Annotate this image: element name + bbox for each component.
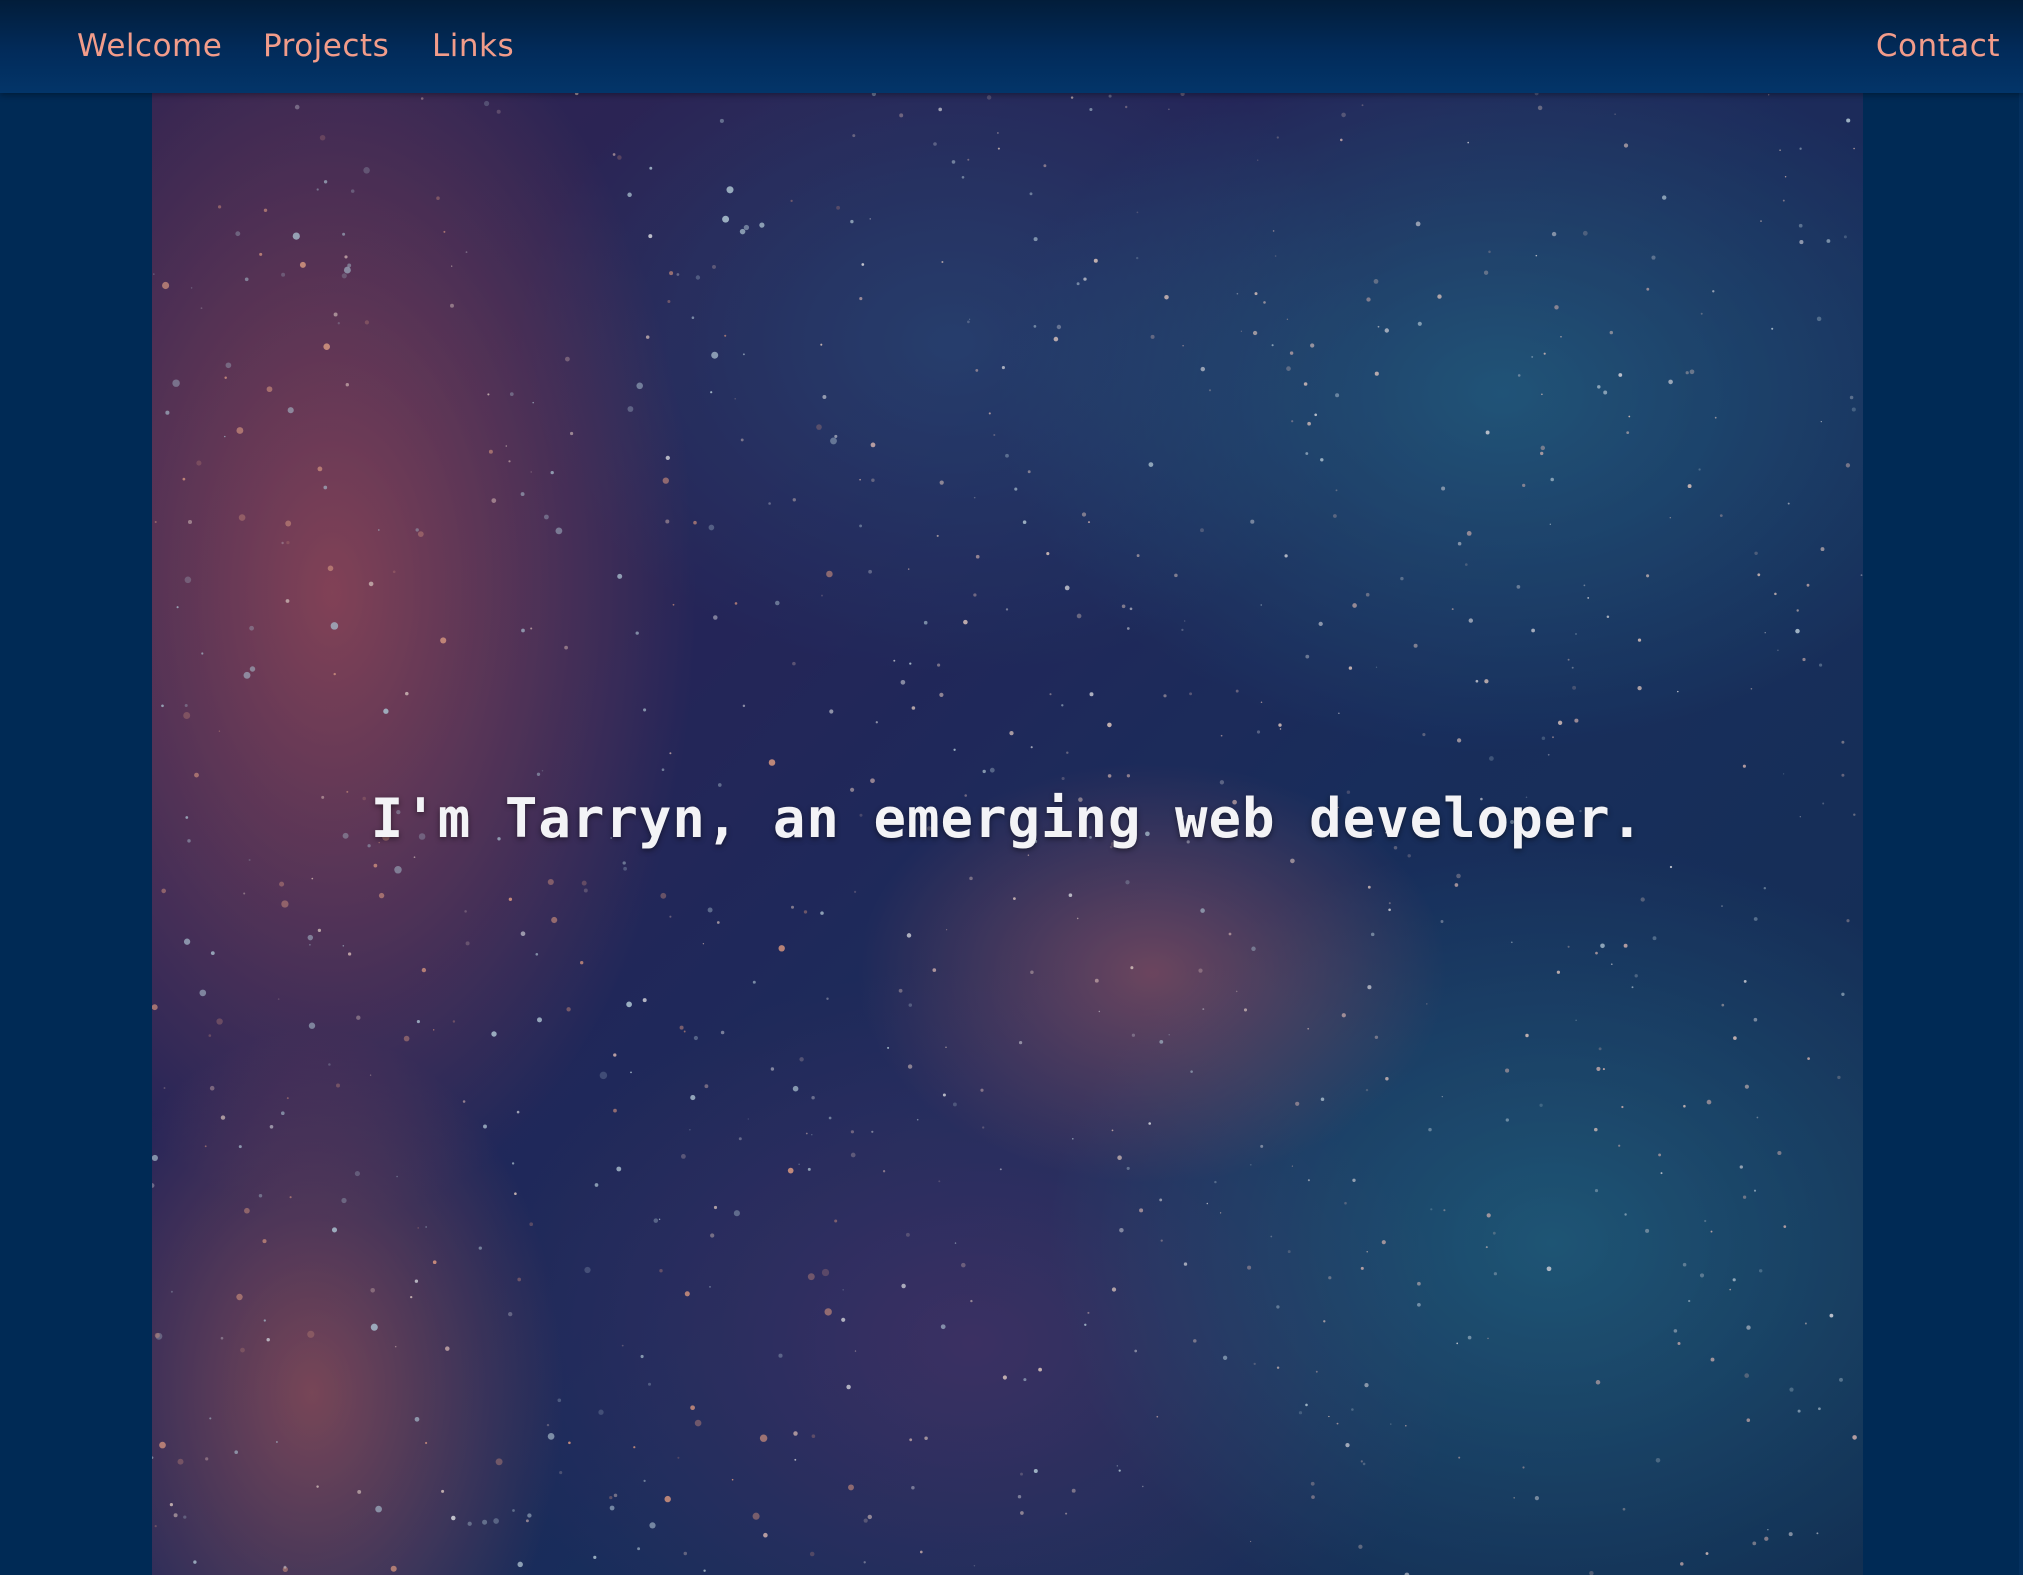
nav-link-projects[interactable]: Projects xyxy=(263,0,389,93)
hero-banner: I'm Tarryn, an emerging web developer. xyxy=(152,93,1863,1575)
nav-link-contact[interactable]: Contact xyxy=(1876,0,2000,93)
nav-link-links[interactable]: Links xyxy=(432,0,514,93)
top-navbar: Welcome Projects Links Contact xyxy=(0,0,2023,93)
hero-headline: I'm Tarryn, an emerging web developer. xyxy=(370,787,1645,851)
nav-link-welcome[interactable]: Welcome xyxy=(77,0,222,93)
page-scrollbar[interactable] xyxy=(2019,93,2023,1575)
